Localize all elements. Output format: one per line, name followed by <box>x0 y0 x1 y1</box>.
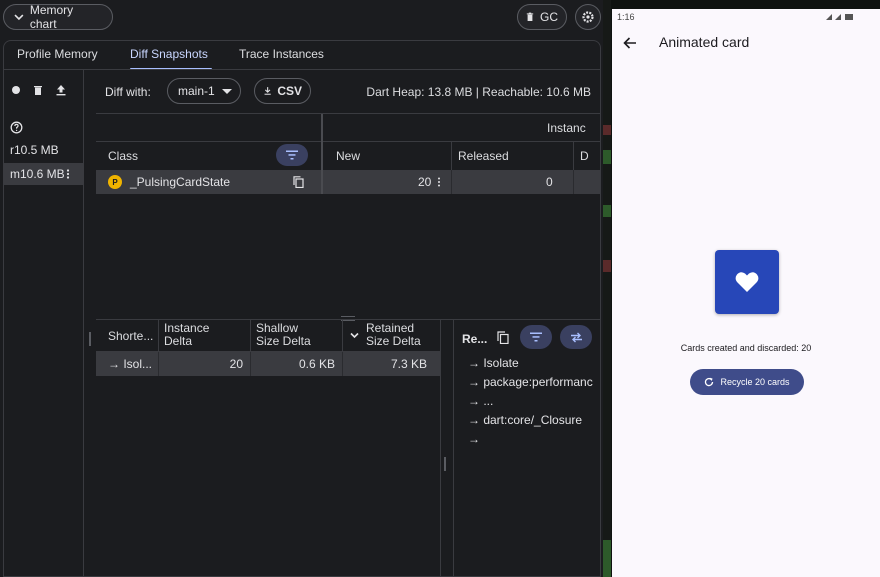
path-panel-title: Re... <box>462 332 488 346</box>
memory-toolbar: Memory chart GC <box>0 0 603 36</box>
instance-delta-header[interactable]: Instance Delta <box>164 322 209 348</box>
splitter-grip <box>89 332 91 346</box>
swap-icon <box>570 332 582 342</box>
shallow-size-cell: 0.6 KB <box>298 357 335 371</box>
paths-splitter[interactable] <box>443 320 451 577</box>
heap-summary: Dart Heap: 13.8 MB | Reachable: 10.6 MB <box>366 85 591 99</box>
table-row[interactable]: P _PulsingCardState 20 0 <box>96 170 601 194</box>
cards-counter: Cards created and discarded: 20 <box>680 343 812 353</box>
memory-chart-toggle[interactable]: Memory chart <box>3 3 113 31</box>
retained-size-header[interactable]: Retained Size Delta <box>366 322 421 348</box>
new-column-header[interactable]: New <box>336 149 360 163</box>
delta-column-header[interactable]: D <box>580 149 589 163</box>
class-filter-button[interactable] <box>276 144 308 166</box>
screen: Memory chart GC Profile Memory Diff Snap… <box>0 0 880 577</box>
tab-diff-snapshots[interactable]: Diff Snapshots <box>130 47 208 61</box>
class-badge: P <box>108 175 122 189</box>
instances-group-header: Instanc <box>547 121 586 135</box>
path-item: → <box>468 432 480 446</box>
table-row[interactable]: → Isol... 20 0.6 KB 7.3 KB <box>96 352 441 376</box>
recycle-cards-button[interactable]: Recycle 20 cards <box>690 369 804 395</box>
splitter-grip <box>444 457 446 471</box>
memory-chart-label: Memory chart <box>29 3 74 31</box>
diff-with-value: main-1 <box>178 84 215 98</box>
download-icon <box>264 87 271 95</box>
status-time: 1:16 <box>617 12 635 22</box>
shortest-path-header[interactable]: Shorte... <box>108 329 153 343</box>
diff-toolbar: Diff with: main-1 CSV Dart Heap: 13.8 MB… <box>96 70 601 113</box>
heart-icon <box>735 272 759 292</box>
new-count: 20 <box>418 175 432 189</box>
released-column-header[interactable]: Released <box>458 149 509 163</box>
filter-icon <box>530 332 542 342</box>
snapshot-item-2[interactable]: m10.6 MB <box>4 163 84 185</box>
tab-profile-memory[interactable]: Profile Memory <box>17 47 98 61</box>
copy-icon[interactable] <box>293 176 304 188</box>
snapshot-help[interactable] <box>4 116 84 138</box>
snapshot-splitter[interactable] <box>88 70 96 577</box>
chevron-down-icon <box>14 14 24 21</box>
path-item: → package:performanc <box>468 375 593 389</box>
memory-tabs: Profile Memory Diff Snapshots Trace Inst… <box>3 40 601 70</box>
retaining-path-detail: Re... → Isolate → package:performanc → .… <box>453 320 601 577</box>
path-cell: → Isol... <box>108 357 153 371</box>
app-bar-title: Animated card <box>659 34 750 50</box>
diff-snapshots-view: r10.5 MB m10.6 MB Diff with: main-1 CSV … <box>3 69 601 577</box>
tab-trace-instances[interactable]: Trace Instances <box>239 47 324 61</box>
path-item: → ... <box>468 394 494 408</box>
animated-card <box>715 250 779 314</box>
snapshot-list: r10.5 MB m10.6 MB <box>4 70 84 577</box>
instance-delta-cell: 20 <box>229 357 243 371</box>
snapshot-item-1[interactable]: r10.5 MB <box>4 139 84 161</box>
class-column-header[interactable]: Class <box>108 149 138 163</box>
recycle-label: Recycle 20 cards <box>720 377 790 387</box>
status-bar: 1:16 <box>612 9 880 27</box>
more-vert-icon[interactable] <box>66 169 70 179</box>
snapshot-label: r10.5 MB <box>10 143 59 157</box>
devtools-panel: Memory chart GC Profile Memory Diff Snap… <box>0 0 603 577</box>
diff-with-label: Diff with: <box>105 85 151 99</box>
phone-screen: 1:16 Animated card Cards created and dis… <box>612 9 880 577</box>
help-icon <box>10 121 23 133</box>
gear-icon <box>582 11 594 23</box>
snapshot-tools <box>4 70 84 110</box>
retaining-paths-section: Shorte... Instance Delta Shallow Size Delt… <box>96 316 601 577</box>
path-filter-button[interactable] <box>520 325 552 349</box>
trash-icon <box>526 12 534 21</box>
status-icons <box>826 14 853 20</box>
path-swap-button[interactable] <box>560 325 592 349</box>
diff-panel: Diff with: main-1 CSV Dart Heap: 13.8 MB… <box>96 70 601 577</box>
refresh-icon <box>705 377 714 387</box>
filter-icon <box>286 150 298 160</box>
retained-size-cell: 7.3 KB <box>390 357 427 371</box>
chevron-down-icon <box>350 332 359 339</box>
back-arrow-icon[interactable] <box>623 37 637 49</box>
trash-icon[interactable] <box>32 84 44 96</box>
copy-icon[interactable] <box>497 331 509 344</box>
path-item: → Isolate <box>468 356 519 370</box>
retaining-paths-table: Shorte... Instance Delta Shallow Size Delt… <box>96 320 441 577</box>
class-diff-table: Instanc Class New Released D P _PulsingC… <box>96 113 601 194</box>
released-count: 0 <box>546 175 553 189</box>
diff-with-dropdown[interactable]: main-1 <box>167 78 241 104</box>
path-item: → dart:core/_Closure <box>468 413 583 427</box>
chevron-down-icon <box>222 89 232 94</box>
upload-icon[interactable] <box>54 83 68 97</box>
shallow-size-header[interactable]: Shallow Size Delta <box>256 322 311 348</box>
settings-button[interactable] <box>575 4 601 30</box>
snapshot-label: m10.6 MB <box>10 167 65 181</box>
record-icon[interactable] <box>10 84 22 96</box>
gc-button[interactable]: GC <box>517 4 567 30</box>
class-name: _PulsingCardState <box>130 175 231 189</box>
csv-label: CSV <box>277 84 302 98</box>
gc-label: GC <box>540 10 558 24</box>
more-vert-icon[interactable] <box>437 177 441 187</box>
csv-button[interactable]: CSV <box>254 78 311 104</box>
